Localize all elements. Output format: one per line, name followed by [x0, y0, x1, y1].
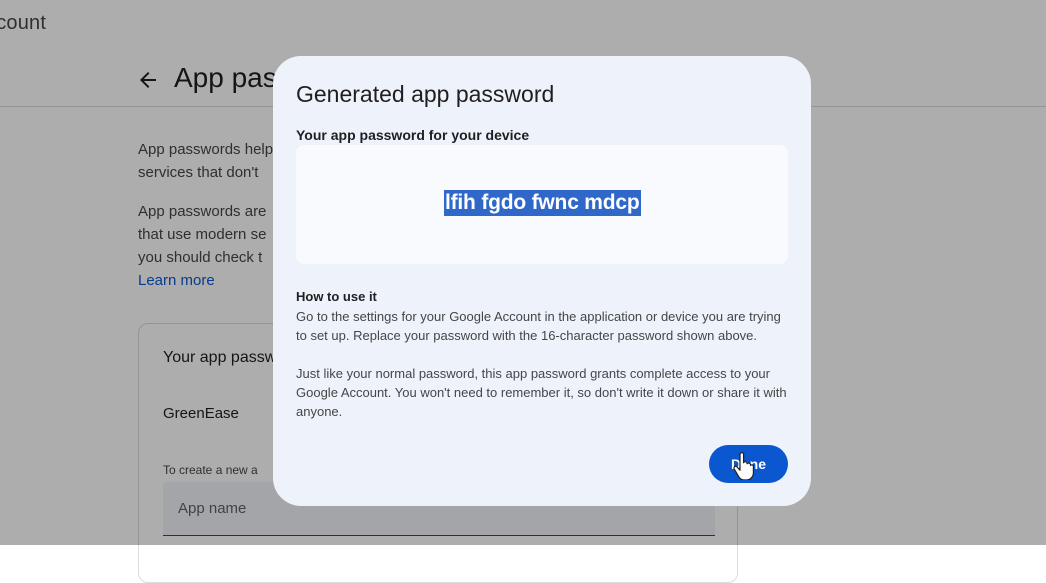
howto-paragraph-2: Just like your normal password, this app… [296, 366, 787, 419]
dialog-subtitle: Your app password for your device [296, 127, 530, 143]
password-box: lfih fgdo fwnc mdcp [296, 145, 788, 264]
howto-paragraph-1: Go to the settings for your Google Accou… [296, 309, 781, 343]
dialog-title: Generated app password [296, 81, 555, 107]
generated-password-dialog: Generated app password Your app password… [273, 56, 811, 506]
howto-title: How to use it [296, 289, 377, 304]
generated-password[interactable]: lfih fgdo fwnc mdcp [444, 190, 641, 216]
done-button[interactable]: Done [709, 445, 788, 483]
